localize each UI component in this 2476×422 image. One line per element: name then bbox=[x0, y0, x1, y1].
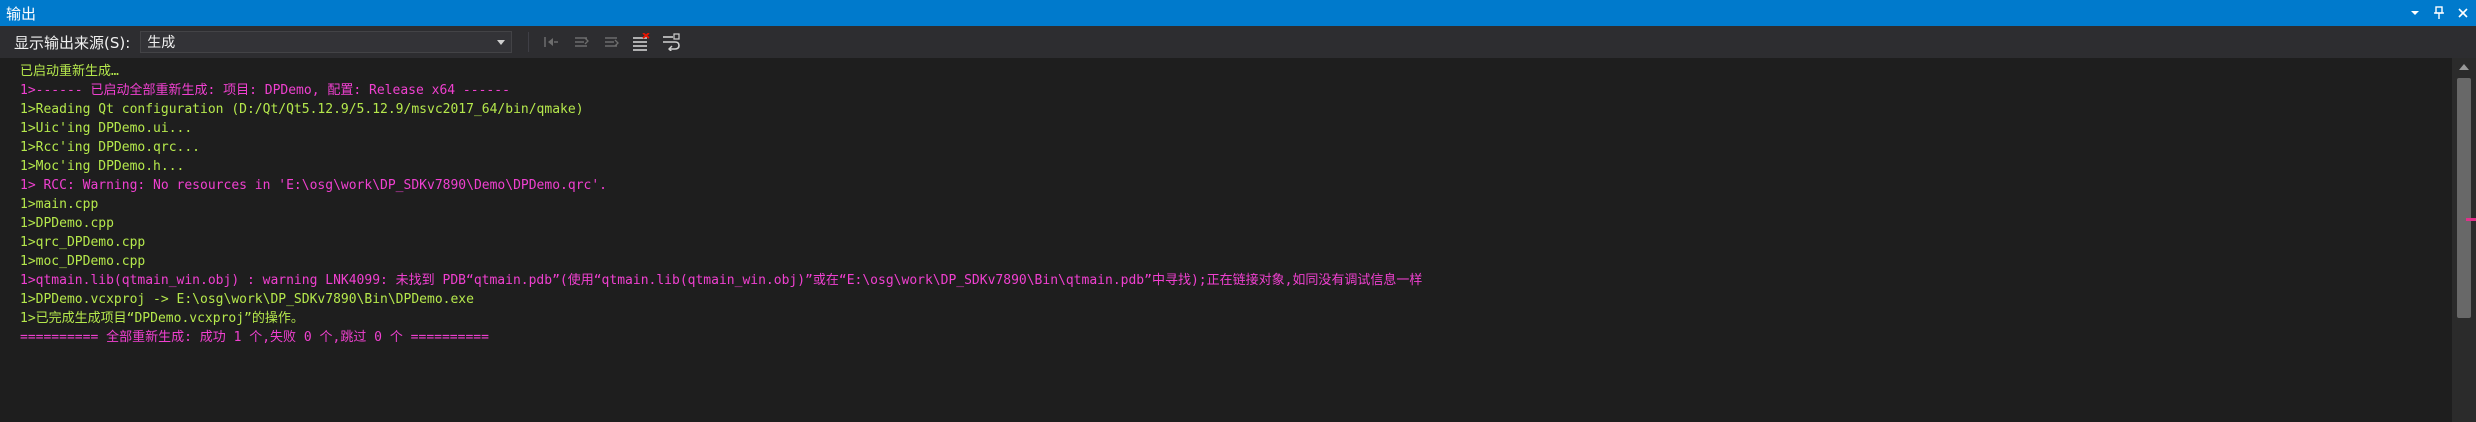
output-line: 1>Moc'ing DPDemo.h... bbox=[20, 159, 185, 174]
output-line: 1>moc_DPDemo.cpp bbox=[20, 254, 146, 269]
vertical-scrollbar[interactable] bbox=[2452, 58, 2476, 422]
pin-button[interactable] bbox=[2428, 2, 2450, 24]
output-line: 1>DPDemo.vcxproj -> E:\osg\work\DP_SDKv7… bbox=[20, 292, 474, 307]
go-to-previous-message-icon bbox=[544, 37, 559, 47]
go-to-previous-message-icon bbox=[575, 37, 590, 47]
toggle-word-wrap-button[interactable] bbox=[659, 30, 683, 54]
title-bar: 输出 bbox=[0, 0, 2476, 26]
clear-all-button[interactable] bbox=[629, 30, 653, 54]
output-line: 1>main.cpp bbox=[20, 197, 99, 212]
toolbar-separator bbox=[528, 32, 530, 52]
output-line: 1>qtmain.lib(qtmain_win.obj) : warning L… bbox=[20, 273, 1423, 288]
output-window: 输出 显示输出来源(S): 生成 已启动重新生成… 1>------ 已启动全部… bbox=[0, 0, 2476, 422]
source-label: 显示输出来源(S): bbox=[14, 33, 131, 52]
output-line: 1>qrc_DPDemo.cpp bbox=[20, 235, 146, 250]
close-icon bbox=[2458, 8, 2468, 18]
scroll-up-arrow-icon[interactable] bbox=[2459, 64, 2469, 70]
output-line: 1>已完成生成项目“DPDemo.vcxproj”的操作。 bbox=[20, 311, 304, 326]
toggle-word-wrap-icon bbox=[663, 33, 681, 51]
window-title: 输出 bbox=[6, 4, 37, 23]
dropdown-menu-button[interactable] bbox=[2404, 2, 2426, 24]
go-to-next-message-icon bbox=[605, 37, 620, 47]
output-line: 1>Reading Qt configuration (D:/Qt/Qt5.12… bbox=[20, 102, 584, 117]
output-toolbar: 显示输出来源(S): 生成 bbox=[0, 26, 2476, 58]
output-line: ========== 全部重新生成: 成功 1 个,失败 0 个,跳过 0 个 … bbox=[20, 330, 489, 345]
output-source-value: 生成 bbox=[147, 35, 176, 51]
clear-all-icon bbox=[633, 33, 650, 51]
next-message-button[interactable] bbox=[599, 30, 623, 54]
output-text-area[interactable]: 已启动重新生成… 1>------ 已启动全部重新生成: 项目: DPDemo, … bbox=[0, 58, 2452, 422]
close-button[interactable] bbox=[2452, 2, 2474, 24]
output-line: 1>Uic'ing DPDemo.ui... bbox=[20, 121, 193, 136]
scrollbar-thumb[interactable] bbox=[2457, 78, 2471, 318]
scrollbar-error-marker bbox=[2466, 218, 2476, 221]
chevron-down-icon bbox=[497, 39, 506, 45]
output-line: 1>Rcc'ing DPDemo.qrc... bbox=[20, 140, 201, 155]
find-message-in-code-button[interactable] bbox=[539, 30, 563, 54]
output-line: 1> RCC: Warning: No resources in 'E:\osg… bbox=[20, 178, 607, 193]
previous-message-button[interactable] bbox=[569, 30, 593, 54]
output-line: 已启动重新生成… bbox=[20, 64, 119, 79]
chevron-down-icon bbox=[2411, 11, 2419, 15]
pin-icon bbox=[2434, 6, 2444, 19]
output-source-select[interactable]: 生成 bbox=[140, 31, 513, 53]
output-line: 1>------ 已启动全部重新生成: 项目: DPDemo, 配置: Rele… bbox=[20, 83, 510, 98]
output-line: 1>DPDemo.cpp bbox=[20, 216, 114, 231]
